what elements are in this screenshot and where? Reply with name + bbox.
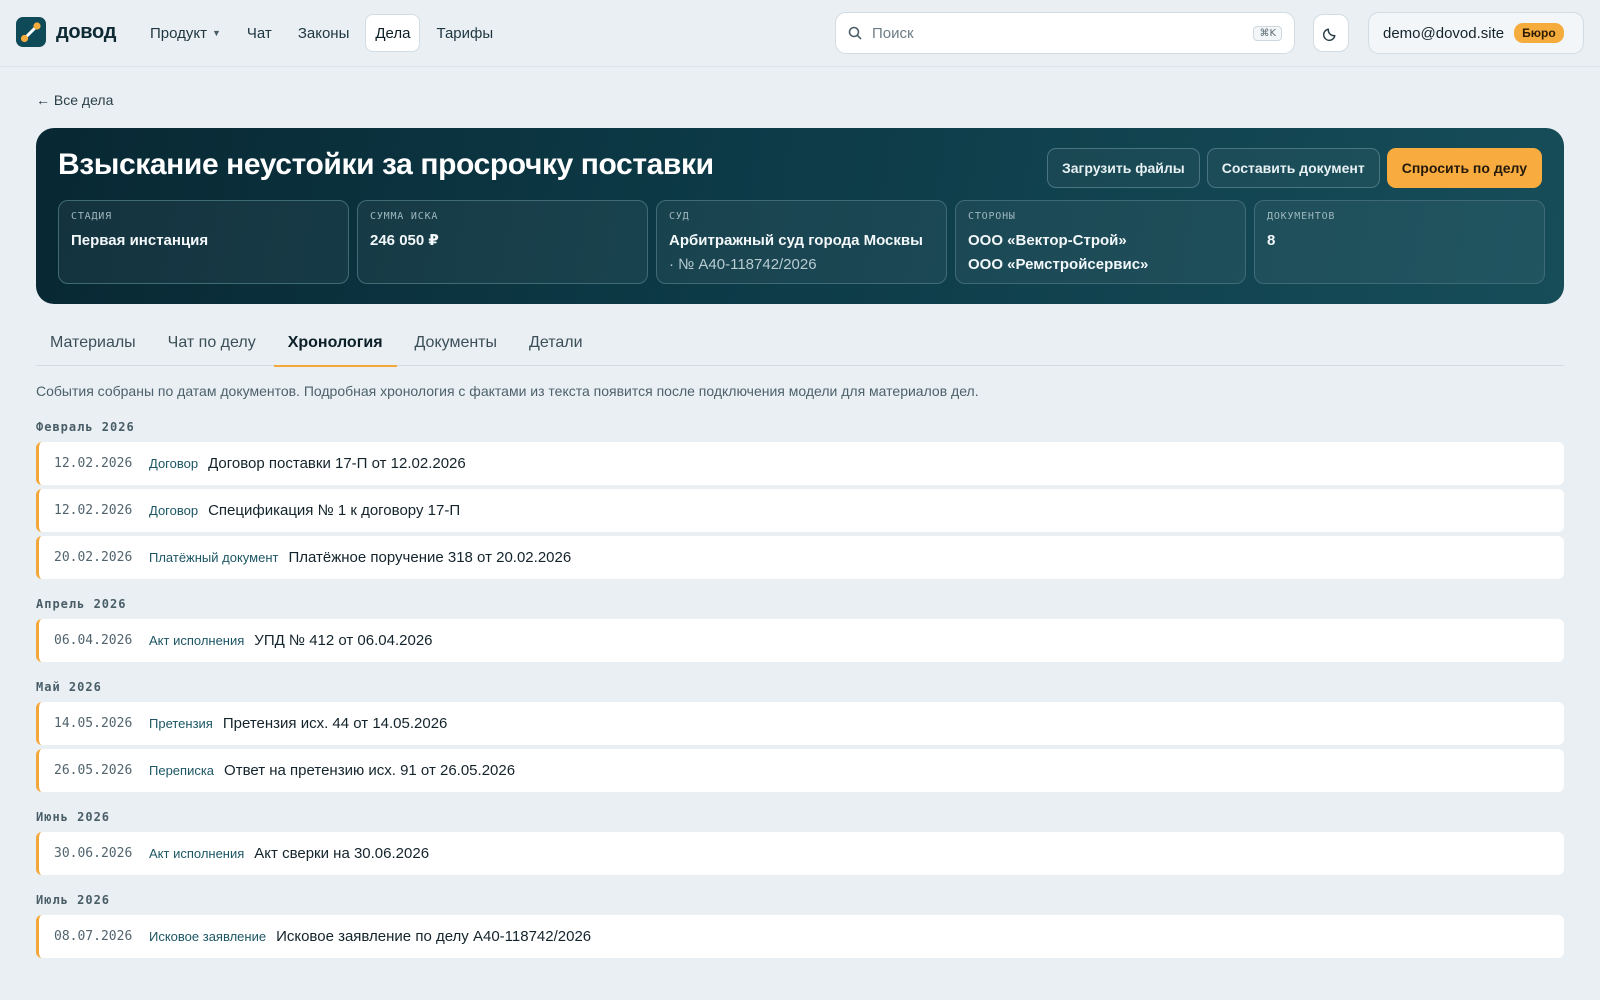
tab-timeline[interactable]: Хронология (273, 320, 397, 367)
stat-label: Сумма иска (370, 211, 439, 222)
top-navigation-bar: довод Продукт ▼ Чат Законы Дела Тарифы ⌘… (0, 0, 1600, 67)
timeline-month-group: Апрель 2026 06.04.2026 Акт исполнения УП… (36, 595, 1564, 662)
month-heading: Февраль 2026 (36, 420, 135, 434)
tab-details[interactable]: Детали (515, 320, 597, 366)
search-icon (848, 26, 862, 40)
back-to-cases-link[interactable]: ← Все дела (36, 92, 113, 108)
event-type: Акт исполнения (149, 846, 245, 861)
event-date: 14.05.2026 (54, 716, 133, 731)
case-stats: Стадия Первая инстанция Сумма иска 246 0… (58, 200, 1545, 284)
ask-about-case-button[interactable]: Спросить по делу (1386, 148, 1542, 188)
plaintiff-name: ООО «Вектор-Строй» (968, 232, 1127, 249)
stat-value: Арбитражный суд города Москвы (669, 232, 923, 249)
theme-toggle-button[interactable] (1313, 14, 1349, 52)
stat-value: 246 050 ₽ (370, 232, 439, 249)
case-header-card: Взыскание неустойки за просрочку поставк… (36, 128, 1564, 304)
event-title: Договор поставки 17-П от 12.02.2026 (208, 455, 466, 472)
event-date: 08.07.2026 (54, 929, 133, 944)
timeline-month-group: Июнь 2026 30.06.2026 Акт исполнения Акт … (36, 808, 1564, 875)
timeline-event[interactable]: 06.04.2026 Акт исполнения УПД № 412 от 0… (36, 619, 1564, 662)
event-title: Претензия исх. 44 от 14.05.2026 (222, 715, 448, 732)
timeline-event[interactable]: 26.05.2026 Переписка Ответ на претензию … (36, 749, 1564, 792)
nav-item-pricing[interactable]: Тарифы (426, 14, 503, 52)
stat-label: Стороны (968, 211, 1016, 222)
timeline-month-group: Февраль 2026 12.02.2026 Договор Договор … (36, 418, 1564, 579)
event-date: 20.02.2026 (54, 550, 133, 565)
case-tabs: Материалы Чат по делу Хронология Докумен… (36, 320, 1564, 367)
timeline-event[interactable]: 30.06.2026 Акт исполнения Акт сверки на … (36, 832, 1564, 875)
search-box[interactable]: ⌘K (835, 12, 1295, 54)
timeline-event[interactable]: 08.07.2026 Исковое заявление Исковое зая… (36, 915, 1564, 958)
compose-document-button[interactable]: Составить документ (1206, 148, 1380, 188)
main-nav: Продукт ▼ Чат Законы Дела Тарифы (140, 14, 503, 52)
nav-item-cases[interactable]: Дела (365, 14, 421, 52)
event-type: Исковое заявление (149, 929, 267, 944)
stat-label: Суд (669, 211, 690, 222)
stat-value: Первая инстанция (71, 232, 209, 249)
tab-case-chat[interactable]: Чат по делу (154, 320, 270, 366)
logo-icon (16, 17, 46, 47)
timeline: Февраль 2026 12.02.2026 Договор Договор … (36, 418, 1564, 958)
event-date: 12.02.2026 (54, 503, 133, 518)
event-type: Договор (149, 456, 199, 471)
timeline-event[interactable]: 20.02.2026 Платёжный документ Платёжное … (36, 536, 1564, 579)
month-heading: Июнь 2026 (36, 810, 111, 824)
stat-court: Суд Арбитражный суд города Москвы · № А4… (656, 200, 947, 284)
timeline-note: События собраны по датам документов. Под… (36, 383, 979, 399)
event-type: Акт исполнения (149, 633, 245, 648)
stat-stage: Стадия Первая инстанция (58, 200, 349, 284)
timeline-month-group: Июль 2026 08.07.2026 Исковое заявление И… (36, 891, 1564, 958)
stat-parties: Стороны ООО «Вектор-Строй» ООО «Ремстрой… (955, 200, 1246, 284)
month-heading: Май 2026 (36, 680, 102, 694)
timeline-event[interactable]: 12.02.2026 Договор Спецификация № 1 к до… (36, 489, 1564, 532)
event-type: Договор (149, 503, 199, 518)
search-shortcut-hint: ⌘K (1253, 25, 1282, 41)
event-type: Претензия (149, 716, 213, 731)
event-date: 12.02.2026 (54, 456, 133, 471)
moon-icon (1323, 28, 1336, 41)
defendant-name: ООО «Ремстройсервис» (968, 256, 1149, 273)
stat-amount: Сумма иска 246 050 ₽ (357, 200, 648, 284)
brand-logo[interactable]: довод (16, 17, 116, 47)
event-type: Переписка (149, 763, 215, 778)
event-title: Ответ на претензию исх. 91 от 26.05.2026 (224, 762, 516, 779)
case-title: Взыскание неустойки за просрочку поставк… (58, 148, 714, 181)
stat-value: 8 (1267, 232, 1276, 249)
chevron-down-icon: ▼ (212, 28, 221, 38)
nav-item-chat[interactable]: Чат (237, 14, 282, 52)
timeline-month-group: Май 2026 14.05.2026 Претензия Претензия … (36, 678, 1564, 792)
nav-item-product[interactable]: Продукт ▼ (140, 14, 231, 52)
upload-files-button[interactable]: Загрузить файлы (1046, 148, 1200, 188)
case-number: · № А40-118742/2026 (669, 256, 817, 273)
timeline-event[interactable]: 14.05.2026 Претензия Претензия исх. 44 о… (36, 702, 1564, 745)
tab-materials[interactable]: Материалы (36, 320, 150, 366)
stat-label: Стадия (71, 211, 112, 222)
month-heading: Июль 2026 (36, 893, 111, 907)
event-title: Спецификация № 1 к договору 17-П (208, 502, 461, 519)
timeline-event[interactable]: 12.02.2026 Договор Договор поставки 17-П… (36, 442, 1564, 485)
month-heading: Апрель 2026 (36, 597, 127, 611)
event-date: 06.04.2026 (54, 633, 133, 648)
event-title: УПД № 412 от 06.04.2026 (254, 632, 433, 649)
event-title: Акт сверки на 30.06.2026 (254, 845, 430, 862)
stat-label: Документов (1267, 211, 1336, 222)
event-date: 26.05.2026 (54, 763, 133, 778)
nav-item-laws[interactable]: Законы (288, 14, 360, 52)
account-email: demo@dovod.site (1383, 24, 1505, 42)
event-title: Платёжное поручение 318 от 20.02.2026 (288, 549, 572, 566)
nav-item-label: Продукт (150, 24, 207, 42)
event-type: Платёжный документ (149, 550, 279, 565)
case-actions: Загрузить файлы Составить документ Спрос… (1046, 148, 1542, 188)
search-input[interactable] (872, 24, 1254, 42)
event-date: 30.06.2026 (54, 846, 133, 861)
event-title: Исковое заявление по делу А40-118742/202… (276, 928, 592, 945)
stat-documents: Документов 8 (1254, 200, 1545, 284)
tab-documents[interactable]: Документы (401, 320, 511, 366)
plan-badge: Бюро (1514, 23, 1564, 43)
account-menu[interactable]: demo@dovod.site Бюро (1368, 12, 1584, 54)
brand-name: довод (56, 20, 117, 43)
